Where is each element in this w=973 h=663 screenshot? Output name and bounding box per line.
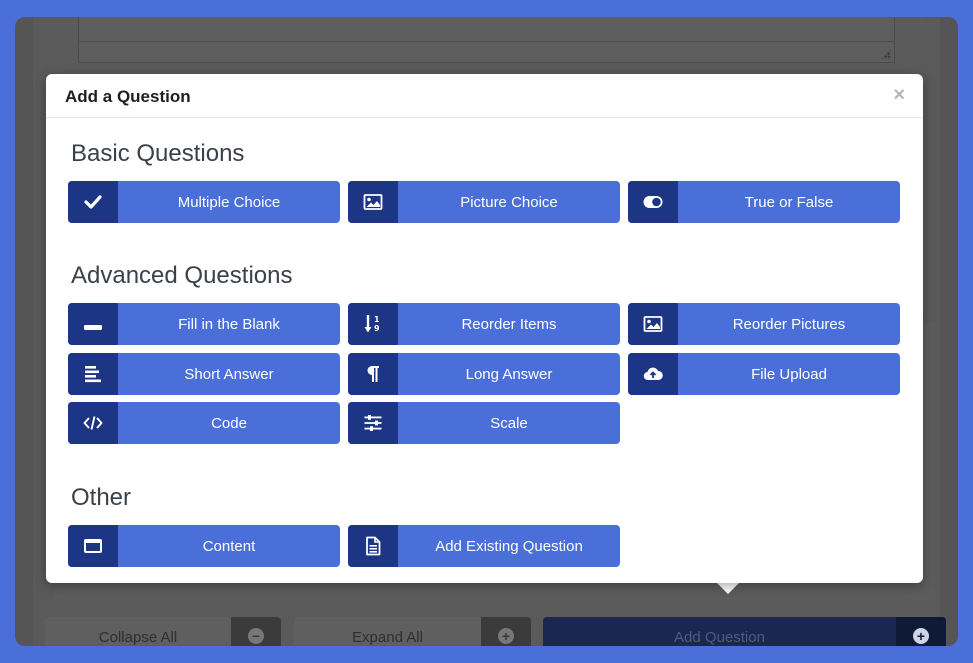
svg-text:1: 1 bbox=[374, 315, 380, 324]
align-left-icon bbox=[68, 353, 118, 395]
content-button[interactable]: Content bbox=[68, 525, 340, 567]
add-question-button[interactable]: Add Question + bbox=[543, 617, 946, 646]
add-icon-box: + bbox=[896, 617, 946, 646]
code-button[interactable]: Code bbox=[68, 402, 340, 444]
button-label: Picture Choice bbox=[460, 194, 558, 211]
reorder-items-button[interactable]: 19 Reorder Items bbox=[348, 303, 620, 345]
section-title-advanced: Advanced Questions bbox=[71, 262, 293, 289]
add-question-label: Add Question bbox=[674, 629, 765, 646]
add-question-modal: Add a Question × Basic Questions Multipl… bbox=[46, 74, 923, 583]
check-icon bbox=[68, 181, 118, 223]
minus-circle-icon: − bbox=[248, 628, 264, 644]
cloud-upload-icon bbox=[628, 353, 678, 395]
reorder-pictures-button[interactable]: Reorder Pictures bbox=[628, 303, 900, 345]
button-label: Fill in the Blank bbox=[178, 316, 280, 333]
modal-pointer bbox=[717, 583, 739, 594]
button-label: Short Answer bbox=[184, 366, 274, 383]
window-icon bbox=[68, 525, 118, 567]
plus-circle-icon: + bbox=[913, 628, 929, 644]
resize-grip-icon[interactable] bbox=[881, 49, 891, 59]
paragraph-icon bbox=[348, 353, 398, 395]
minus-icon bbox=[68, 303, 118, 345]
modal-header: Add a Question × bbox=[46, 74, 923, 118]
button-label: Reorder Items bbox=[461, 316, 557, 333]
bottom-bar: Collapse All − Expand All + Add Question… bbox=[45, 617, 946, 646]
collapse-icon-box: − bbox=[231, 617, 281, 646]
expand-icon-box: + bbox=[481, 617, 531, 646]
plus-circle-icon: + bbox=[498, 628, 514, 644]
sliders-icon bbox=[348, 402, 398, 444]
background-textarea bbox=[78, 17, 895, 63]
image-icon bbox=[628, 303, 678, 345]
collapse-all-label: Collapse All bbox=[98, 629, 178, 646]
svg-text:9: 9 bbox=[374, 324, 380, 333]
code-icon bbox=[68, 402, 118, 444]
button-label: Multiple Choice bbox=[177, 194, 281, 211]
expand-all-label: Expand All bbox=[352, 629, 423, 646]
button-label: Long Answer bbox=[465, 366, 553, 383]
button-label: Scale bbox=[490, 415, 528, 432]
expand-all-button[interactable]: Expand All + bbox=[294, 617, 531, 646]
button-label: Content bbox=[202, 538, 256, 555]
add-existing-question-button[interactable]: Add Existing Question bbox=[348, 525, 620, 567]
picture-choice-button[interactable]: Picture Choice bbox=[348, 181, 620, 223]
file-text-icon bbox=[348, 525, 398, 567]
toggle-icon bbox=[628, 181, 678, 223]
close-icon[interactable]: × bbox=[893, 84, 905, 107]
true-or-false-button[interactable]: True or False bbox=[628, 181, 900, 223]
fill-in-the-blank-button[interactable]: Fill in the Blank bbox=[68, 303, 340, 345]
collapse-all-button[interactable]: Collapse All − bbox=[45, 617, 281, 646]
button-label: Reorder Pictures bbox=[732, 316, 846, 333]
button-label: File Upload bbox=[751, 366, 827, 383]
multiple-choice-button[interactable]: Multiple Choice bbox=[68, 181, 340, 223]
button-label: Code bbox=[211, 415, 247, 432]
button-label: True or False bbox=[744, 194, 834, 211]
modal-title: Add a Question bbox=[65, 87, 191, 106]
scale-button[interactable]: Scale bbox=[348, 402, 620, 444]
short-answer-button[interactable]: Short Answer bbox=[68, 353, 340, 395]
section-title-other: Other bbox=[71, 484, 132, 511]
section-title-basic: Basic Questions bbox=[71, 140, 245, 167]
sort-numeric-icon: 19 bbox=[348, 303, 398, 345]
textarea-divider bbox=[79, 41, 894, 42]
button-label: Add Existing Question bbox=[435, 538, 583, 555]
long-answer-button[interactable]: Long Answer bbox=[348, 353, 620, 395]
image-icon bbox=[348, 181, 398, 223]
file-upload-button[interactable]: File Upload bbox=[628, 353, 900, 395]
